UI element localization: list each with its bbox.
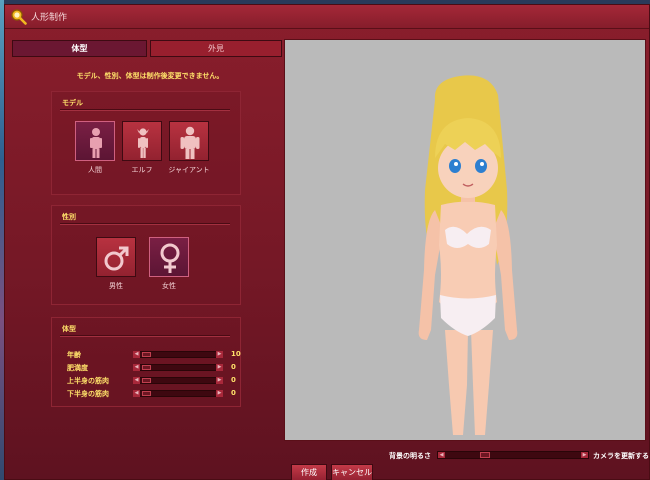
character-preview-viewport[interactable] <box>284 39 646 441</box>
slider-left-arrow[interactable]: ◀ <box>133 390 140 397</box>
upper-muscle-slider-label: 上半身の筋肉 <box>67 377 109 385</box>
slider-right-arrow[interactable]: ▶ <box>581 452 588 458</box>
create-button[interactable]: 作成 <box>291 464 327 480</box>
section-divider <box>60 109 230 110</box>
slider-left-arrow[interactable]: ◀ <box>133 364 140 371</box>
female-icon <box>160 243 180 273</box>
tab-body-type[interactable]: 体型 <box>12 40 147 57</box>
slider-right-arrow[interactable]: ▶ <box>216 364 223 371</box>
slider-thumb[interactable] <box>142 391 151 396</box>
section-divider <box>60 335 230 336</box>
body-type-section-title: 体型 <box>62 325 76 333</box>
giant-icon <box>180 126 200 159</box>
title-bar[interactable]: 人形制作 <box>5 5 649 29</box>
model-option-human[interactable] <box>75 121 115 161</box>
upper-muscle-slider[interactable]: ◀ ▶ <box>133 377 223 384</box>
gender-section-title: 性別 <box>62 213 76 221</box>
gender-option-female-label: 女性 <box>162 282 176 290</box>
slider-thumb[interactable] <box>480 452 490 458</box>
slider-left-arrow[interactable]: ◀ <box>438 452 445 458</box>
male-icon <box>104 246 129 271</box>
slider-right-arrow[interactable]: ▶ <box>216 390 223 397</box>
slider-thumb[interactable] <box>142 365 151 370</box>
model-section-title: モデル <box>62 99 83 107</box>
age-slider-label: 年齢 <box>67 351 81 359</box>
slider-thumb[interactable] <box>142 352 151 357</box>
notice-text: モデル、性別、体型は制作後変更できません。 <box>76 72 224 80</box>
model-option-giant[interactable] <box>169 121 209 161</box>
age-slider-value: 10 <box>231 350 241 358</box>
model-option-giant-label: ジャイアント <box>168 166 210 174</box>
section-divider <box>60 223 230 224</box>
slider-right-arrow[interactable]: ▶ <box>216 377 223 384</box>
doll-creation-window: 人形制作 体型 外見 モデル、性別、体型は制作後変更できません。 モデル 人間 <box>4 4 650 480</box>
human-icon <box>90 128 102 158</box>
age-slider[interactable]: ◀ ▶ <box>133 351 223 358</box>
tab-appearance[interactable]: 外見 <box>150 40 282 57</box>
gender-option-female[interactable] <box>149 237 189 277</box>
lower-muscle-slider-value: 0 <box>231 389 236 397</box>
obesity-slider-value: 0 <box>231 363 236 371</box>
cancel-button[interactable]: キャンセル <box>331 464 373 480</box>
lower-muscle-slider-label: 下半身の筋肉 <box>67 390 109 398</box>
upper-muscle-slider-value: 0 <box>231 376 236 384</box>
obesity-slider-label: 肥満度 <box>67 364 88 372</box>
lower-muscle-slider[interactable]: ◀ ▶ <box>133 390 223 397</box>
background-brightness-slider[interactable]: ◀ ▶ <box>437 451 589 459</box>
slider-right-arrow[interactable]: ▶ <box>216 351 223 358</box>
slider-left-arrow[interactable]: ◀ <box>133 351 140 358</box>
elf-icon <box>137 128 149 158</box>
gender-option-male[interactable] <box>96 237 136 277</box>
magnifier-icon <box>11 9 27 25</box>
character-model <box>418 75 518 435</box>
gender-option-male-label: 男性 <box>109 282 123 290</box>
slider-thumb[interactable] <box>142 378 151 383</box>
obesity-slider[interactable]: ◀ ▶ <box>133 364 223 371</box>
window-title: 人形制作 <box>31 13 68 23</box>
slider-left-arrow[interactable]: ◀ <box>133 377 140 384</box>
camera-reset-label[interactable]: カメラを更新する <box>593 451 649 461</box>
background-brightness-label: 背景の明るさ <box>389 452 431 460</box>
model-option-elf[interactable] <box>122 121 162 161</box>
